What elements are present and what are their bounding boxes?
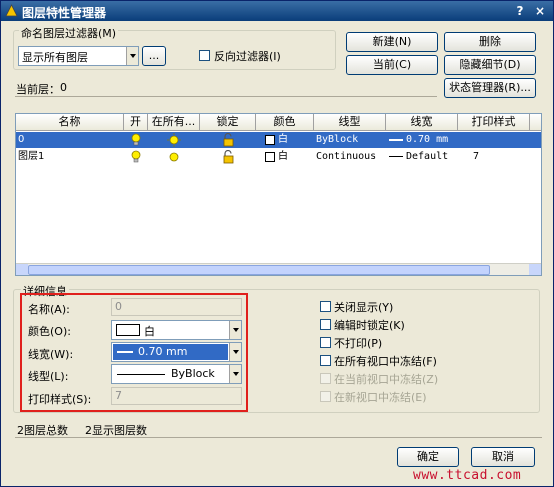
chevron-down-icon[interactable] <box>229 365 241 383</box>
layer-properties-dialog: 图层特性管理器 ? × 命名图层过滤器(M) 显示所有图层 ... 反向过滤器(… <box>0 0 554 487</box>
color-name: 白 <box>278 134 288 145</box>
no-plot-label: 不打印(P) <box>334 337 383 350</box>
name-input-value: 0 <box>115 300 122 313</box>
lineweight-select[interactable]: 0.70 mm <box>111 342 242 362</box>
color-select-value: 白 <box>144 325 155 338</box>
column-header-lineweight[interactable]: 线宽 <box>386 114 458 131</box>
name-label: 名称(A): <box>28 303 70 316</box>
delete-layer-button[interactable]: 删除 <box>444 32 536 52</box>
freeze-new-viewport-checkbox <box>320 391 331 402</box>
column-header-plot-style[interactable]: 打印样式 <box>458 114 530 131</box>
lineweight-label: 线宽(W): <box>28 348 74 361</box>
freeze-new-viewport-label: 在新视口中冻结(E) <box>334 391 427 404</box>
lineweight-preview <box>117 351 133 353</box>
color-swatch[interactable] <box>265 135 275 145</box>
column-header-spacer <box>530 114 541 131</box>
toggle-display-label: 关闭显示(Y) <box>334 301 394 314</box>
help-button[interactable]: ? <box>513 4 527 18</box>
total-layers-count: 2图层总数 <box>17 424 68 437</box>
cancel-button[interactable]: 取消 <box>471 447 535 467</box>
color-select[interactable]: 白 <box>111 320 242 340</box>
lineweight-sample <box>389 156 403 157</box>
lightbulb-on-icon[interactable] <box>130 150 142 164</box>
current-layer-value: 0 <box>60 81 67 94</box>
filter-select-value: 显示所有图层 <box>22 51 88 64</box>
lineweight-select-value: 0.70 mm <box>138 345 188 358</box>
column-header-freeze-all[interactable]: 在所有... <box>148 114 200 131</box>
title-bar[interactable]: 图层特性管理器 ? × <box>1 1 553 21</box>
linetype-name[interactable]: ByBlock <box>316 132 358 148</box>
ok-button[interactable]: 确定 <box>397 447 459 467</box>
linetype-select[interactable]: ByBlock <box>111 364 242 384</box>
chevron-down-icon[interactable] <box>229 321 241 339</box>
color-label: 颜色(O): <box>28 325 71 338</box>
plotstyle-label: 打印样式(S): <box>28 393 92 406</box>
column-header-name[interactable]: 名称 <box>16 114 124 131</box>
layer-name: 0 <box>18 134 25 145</box>
set-current-button[interactable]: 当前(C) <box>346 55 438 75</box>
linetype-preview <box>117 374 165 375</box>
scroll-right-icon[interactable] <box>529 264 541 275</box>
status-bar: 2图层总数 2显示图层数 <box>15 421 542 437</box>
column-header-linetype[interactable]: 线型 <box>314 114 386 131</box>
freeze-all-viewports-checkbox[interactable] <box>320 355 331 366</box>
layer-table[interactable]: 名称 开 在所有... 锁定 颜色 线型 线宽 打印样式 0 白 ByBlock… <box>15 113 542 276</box>
horizontal-scrollbar[interactable] <box>16 263 541 275</box>
table-header: 名称 开 在所有... 锁定 颜色 线型 线宽 打印样式 <box>16 114 541 131</box>
unlock-icon[interactable] <box>222 133 235 147</box>
plotstyle-select-value: 7 <box>115 389 122 402</box>
linetype-name[interactable]: Continuous <box>316 149 376 165</box>
separator <box>15 96 437 97</box>
column-header-on[interactable]: 开 <box>124 114 148 131</box>
linetype-select-value: ByBlock <box>171 367 215 380</box>
toggle-display-checkbox[interactable] <box>320 301 331 312</box>
app-icon <box>5 4 18 17</box>
scrollbar-thumb[interactable] <box>28 265 490 275</box>
sun-icon[interactable] <box>167 133 181 147</box>
lightbulb-on-icon[interactable] <box>130 133 142 147</box>
no-plot-checkbox[interactable] <box>320 337 331 348</box>
freeze-all-viewports-label: 在所有视口中冻结(F) <box>334 355 437 368</box>
color-preview <box>116 324 140 336</box>
watermark-text: www.ttcad.com <box>413 468 522 483</box>
filter-browse-button[interactable]: ... <box>142 46 166 66</box>
new-layer-button[interactable]: 新建(N) <box>346 32 438 52</box>
hide-details-button[interactable]: 隐藏细节(D) <box>444 55 536 75</box>
scroll-left-icon[interactable] <box>16 264 28 275</box>
color-name: 白 <box>278 151 288 162</box>
state-manager-button[interactable]: 状态管理器(R)... <box>444 78 536 98</box>
filter-group-label: 命名图层过滤器(M) <box>19 25 119 41</box>
chevron-down-icon[interactable] <box>229 343 241 361</box>
freeze-current-viewport-checkbox <box>320 373 331 384</box>
table-row[interactable]: 图层1 白 Continuous Default 7 <box>16 149 541 165</box>
freeze-current-viewport-label: 在当前视口中冻结(Z) <box>334 373 439 386</box>
separator <box>15 437 542 438</box>
close-button[interactable]: × <box>533 4 547 18</box>
plotstyle-select[interactable]: 7 <box>111 387 242 405</box>
chevron-down-icon[interactable] <box>126 47 138 65</box>
lock-on-edit-checkbox[interactable] <box>320 319 331 330</box>
lock-on-edit-label: 编辑时锁定(K) <box>334 319 405 332</box>
invert-filter-checkbox[interactable] <box>199 50 210 61</box>
unlock-icon[interactable] <box>222 150 235 164</box>
sun-icon[interactable] <box>167 150 181 164</box>
column-header-lock[interactable]: 锁定 <box>200 114 256 131</box>
linetype-label: 线型(L): <box>28 370 69 383</box>
lineweight-sample <box>389 139 403 141</box>
invert-filter-label: 反向过滤器(I) <box>214 50 281 63</box>
current-layer-label: 当前层： <box>16 83 60 96</box>
color-swatch[interactable] <box>265 152 275 162</box>
name-input[interactable]: 0 <box>111 298 242 316</box>
table-row[interactable]: 0 白 ByBlock 0.70 mm <box>16 132 541 148</box>
window-title: 图层特性管理器 <box>22 6 107 20</box>
filter-select[interactable]: 显示所有图层 <box>18 46 139 66</box>
lineweight-value[interactable]: 0.70 mm <box>406 132 448 148</box>
lineweight-value[interactable]: Default <box>406 149 448 165</box>
plot-style-value[interactable]: 7 <box>473 149 479 165</box>
shown-layers-count: 2显示图层数 <box>85 424 147 437</box>
column-header-color[interactable]: 颜色 <box>256 114 314 131</box>
layer-name: 图层1 <box>18 151 45 162</box>
